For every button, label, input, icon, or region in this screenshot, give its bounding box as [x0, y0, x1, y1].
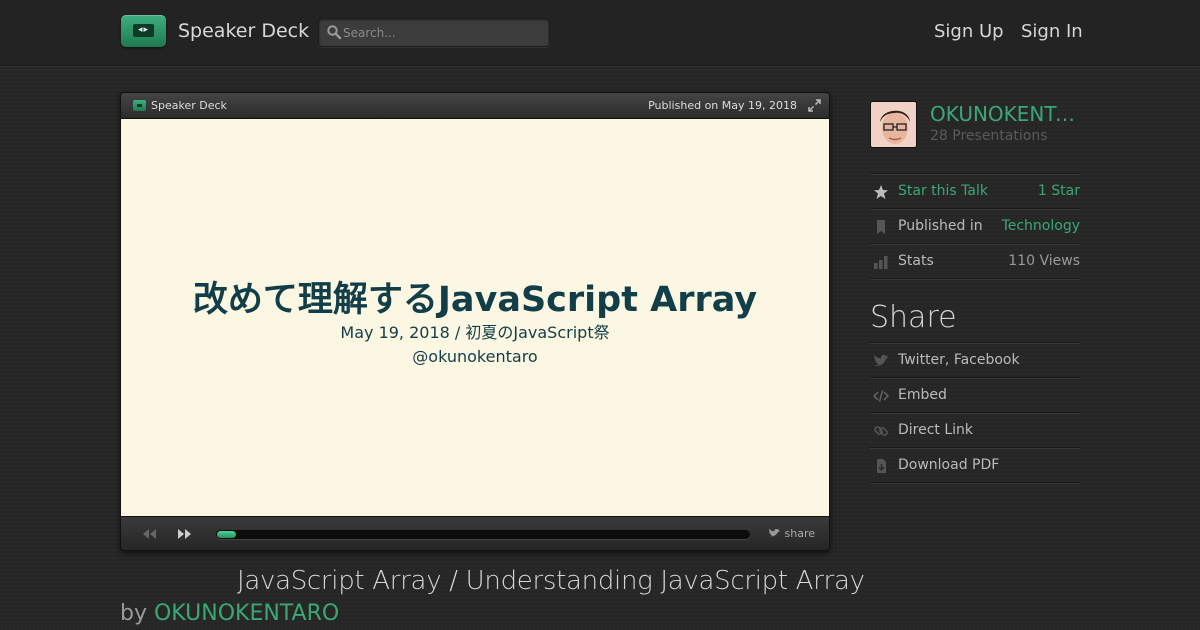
expand-icon[interactable]	[808, 99, 821, 112]
share-twitter-facebook[interactable]: Twitter, Facebook	[870, 343, 1080, 378]
published-in-label: Published in	[898, 218, 983, 234]
player-top-bar: Speaker Deck Published on May 19, 2018	[121, 93, 829, 119]
sign-up-link[interactable]: Sign Up	[934, 21, 1004, 42]
share-heading: Share	[870, 300, 957, 335]
download-pdf[interactable]: Download PDF	[870, 448, 1080, 483]
star-talk-label[interactable]: Star this Talk	[898, 183, 988, 199]
slide-title: 改めて理解するJavaScript Array	[192, 280, 758, 320]
talk-byline: by OKUNOKENTARO	[120, 601, 339, 626]
talk-info-list: Star this Talk 1 Star Published in Techn…	[870, 173, 1080, 279]
twitter-icon	[874, 354, 889, 366]
stats-row: Stats 110 Views	[870, 244, 1080, 279]
category-link[interactable]: Technology	[1002, 218, 1080, 234]
search-icon	[327, 25, 342, 40]
share-direct-link-label: Direct Link	[898, 422, 974, 438]
published-in-row: Published in Technology	[870, 209, 1080, 244]
bookmark-icon	[877, 220, 885, 234]
star-talk-row[interactable]: Star this Talk 1 Star	[870, 174, 1080, 209]
link-icon	[874, 426, 888, 436]
avatar-image	[871, 102, 916, 147]
slide-canvas[interactable]: 改めて理解するJavaScript Array May 19, 2018 / 初…	[121, 119, 829, 516]
view-count: 110 Views	[1008, 253, 1080, 269]
slide-subtitle-line1: May 19, 2018 / 初夏のJavaScript祭	[340, 323, 610, 342]
star-count: 1 Star	[1037, 183, 1080, 199]
search-input[interactable]	[343, 22, 543, 44]
progress-fill	[217, 531, 236, 538]
sign-in-link[interactable]: Sign In	[1021, 21, 1083, 42]
share-twitter-facebook-label: Twitter, Facebook	[898, 352, 1020, 368]
avatar[interactable]	[870, 101, 917, 148]
share-embed-label: Embed	[898, 387, 947, 403]
share-button[interactable]: share	[768, 527, 816, 540]
star-icon	[874, 185, 888, 199]
download-pdf-label: Download PDF	[898, 457, 1000, 473]
stats-icon	[874, 256, 888, 269]
player-brand[interactable]: Speaker Deck	[151, 99, 227, 112]
author-link[interactable]: OKUNOKENTARO	[154, 601, 339, 626]
talk-title: JavaScript Array / Understanding JavaScr…	[237, 566, 865, 596]
logo-screen: ◂▸	[133, 24, 154, 37]
stats-label: Stats	[898, 253, 934, 269]
published-date: Published on May 19, 2018	[648, 99, 797, 112]
code-icon	[873, 390, 889, 402]
author-presentation-count[interactable]: 28 Presentations	[930, 128, 1047, 144]
search-box[interactable]	[318, 18, 550, 47]
sidebar-author-name[interactable]: OKUNOKENTARO	[930, 102, 1080, 126]
brand-name[interactable]: Speaker Deck	[178, 20, 309, 42]
player-logo-icon[interactable]	[133, 100, 146, 111]
twitter-icon	[768, 528, 780, 537]
next-slide-icon[interactable]	[177, 528, 193, 540]
share-label: share	[784, 527, 816, 540]
share-embed[interactable]: Embed	[870, 378, 1080, 413]
top-navbar: ◂▸ Speaker Deck Sign Up Sign In	[0, 0, 1200, 66]
speaker-deck-logo-icon[interactable]: ◂▸	[121, 15, 166, 47]
slide-subtitle-line2: @okunokentaro	[412, 347, 538, 366]
by-label: by	[120, 601, 147, 626]
share-list: Twitter, Facebook Embed Direct Link Down…	[870, 342, 1080, 483]
slide-subtitle: May 19, 2018 / 初夏のJavaScript祭 @okunokent…	[121, 321, 829, 369]
slide-progress-bar[interactable]	[216, 530, 750, 539]
share-direct-link[interactable]: Direct Link	[870, 413, 1080, 448]
download-icon	[877, 459, 886, 473]
previous-slide-icon[interactable]	[141, 528, 157, 540]
player-controls: share	[121, 516, 829, 550]
slide-player: Speaker Deck Published on May 19, 2018 改…	[120, 92, 830, 551]
